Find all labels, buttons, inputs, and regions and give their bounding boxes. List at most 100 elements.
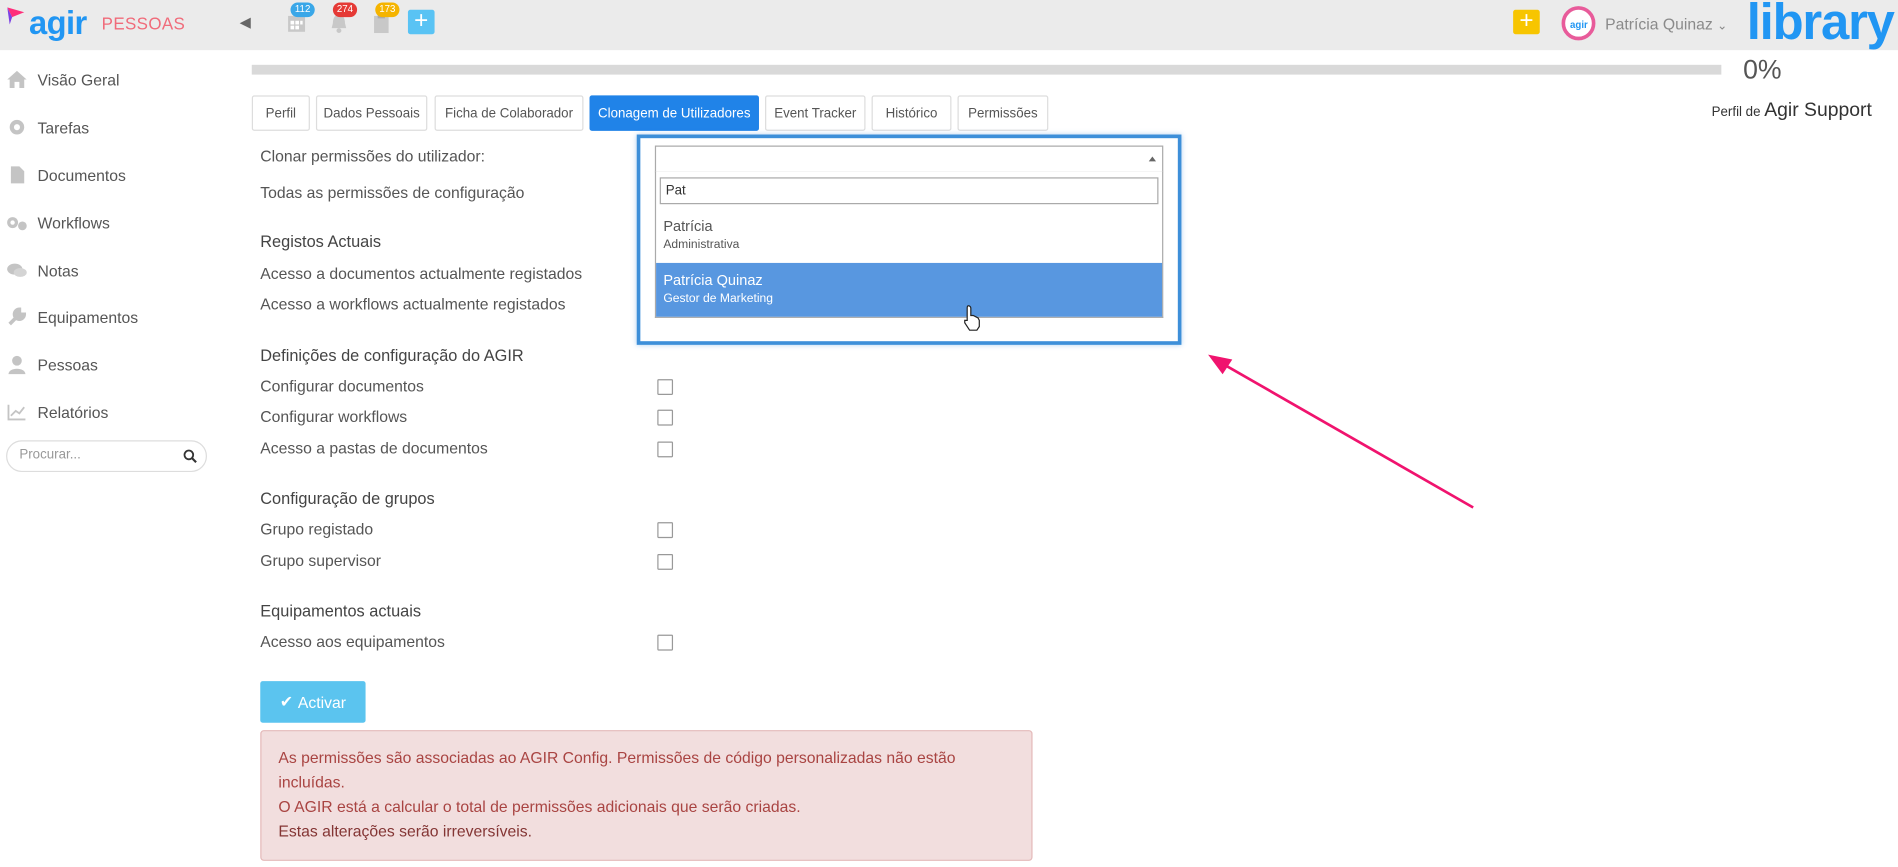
home-icon	[6, 70, 28, 90]
equipment-access-checkbox[interactable]	[657, 634, 674, 651]
tab-label: Perfil	[265, 105, 297, 121]
section-groups: Configuração de grupos	[260, 489, 435, 508]
sidebar-item-label: Documentos	[37, 165, 126, 185]
tab-ficha-colaborador[interactable]: Ficha de Colaborador	[434, 95, 584, 131]
sidebar-item-equipamentos[interactable]: Equipamentos	[6, 305, 138, 329]
profile-name: Agir Support	[1764, 100, 1872, 122]
notifications-badge: 274	[332, 2, 358, 18]
sidebar-item-relatorios[interactable]: Relatórios	[6, 400, 108, 424]
dropdown-panel: Patrícia Administrativa Patrícia Quinaz …	[654, 171, 1164, 318]
hand-cursor-icon	[964, 305, 980, 331]
sidebar-item-label: Relatórios	[37, 402, 109, 422]
gears-icon	[6, 213, 28, 233]
tab-label: Permissões	[968, 105, 1038, 121]
section-agir-config: Definições de configuração do AGIR	[260, 346, 524, 365]
option-role: Gestor de Marketing	[663, 292, 774, 306]
collapse-arrow-icon[interactable]: ◀	[240, 13, 251, 30]
progress-percent: 0%	[1743, 53, 1782, 85]
user-name: Patrícia Quinaz	[1605, 14, 1713, 34]
tab-label: Event Tracker	[774, 105, 857, 121]
gear-icon	[6, 117, 28, 137]
dropdown-option[interactable]: Patrícia Administrativa	[656, 209, 1162, 263]
sidebar-item-label: Notas	[37, 261, 79, 280]
sidebar-item-tarefas[interactable]: Tarefas	[6, 115, 89, 139]
tasks-badge: 173	[375, 2, 400, 18]
user-menu[interactable]: Patrícia Quinaz ⌄	[1605, 15, 1727, 33]
sidebar-item-documentos[interactable]: Documentos	[6, 163, 126, 187]
option-role: Administrativa	[663, 238, 740, 252]
document-icon	[6, 165, 28, 185]
calendar-button[interactable]: 112	[286, 2, 315, 40]
alert-irreversible: Estas alterações serão irreversíveis.	[278, 821, 533, 841]
dropdown-option-highlighted[interactable]: Patrícia Quinaz Gestor de Marketing	[656, 262, 1163, 317]
section-current-records: Registos Actuais	[260, 232, 382, 251]
option-name: Patrícia	[663, 217, 713, 235]
search-icon[interactable]	[183, 449, 198, 464]
wrench-icon	[6, 307, 28, 327]
docs-access-label: Acesso a documentos actualmente registad…	[260, 264, 583, 283]
section-equipment: Equipamentos actuais	[260, 601, 422, 621]
config-docs-label: Configurar documentos	[260, 376, 424, 395]
avatar-text: agir	[1570, 19, 1588, 31]
calendar-badge: 112	[290, 2, 315, 18]
agir-logo[interactable]: agir	[7, 2, 92, 46]
tab-clonagem-utilizadores[interactable]: Clonagem de Utilizadores	[589, 95, 759, 131]
folders-access-label: Acesso a pastas de documentos	[260, 439, 488, 458]
sidebar-item-label: Tarefas	[37, 118, 90, 137]
caret-up-icon	[1148, 156, 1157, 162]
config-workflows-label: Configurar workflows	[260, 407, 408, 426]
search-input[interactable]	[19, 447, 177, 463]
registered-group-checkbox[interactable]	[657, 522, 674, 539]
config-docs-checkbox[interactable]	[657, 379, 674, 395]
activate-button[interactable]: ✔ Activar	[260, 681, 366, 723]
dropdown-search-input[interactable]	[659, 177, 1159, 205]
sidebar-item-label: Workflows	[37, 213, 110, 232]
plus-icon: +	[1519, 7, 1534, 35]
tab-label: Histórico	[885, 105, 938, 121]
progress-bar	[251, 64, 1722, 75]
config-workflows-checkbox[interactable]	[657, 409, 674, 426]
tasks-button[interactable]: 173	[370, 2, 400, 40]
avatar[interactable]: agir	[1561, 6, 1596, 41]
chat-icon	[6, 260, 28, 280]
clone-user-label: Clonar permissões do utilizador:	[260, 146, 486, 166]
tab-historico[interactable]: Histórico	[871, 95, 952, 131]
clone-user-select[interactable]	[654, 145, 1164, 173]
warning-alert: As permissões são associadas ao AGIR Con…	[260, 730, 1033, 861]
logo-text: agir	[29, 4, 87, 42]
all-config-label: Todas as permissões de configuração	[260, 183, 525, 202]
top-bar: agir PESSOAS ◀ 112 274 173 + + agir Patr…	[0, 0, 1898, 50]
tab-perfil[interactable]: Perfil	[251, 95, 310, 131]
plus-icon: +	[414, 7, 429, 35]
quick-add-button[interactable]: +	[1513, 7, 1540, 35]
sidebar-item-notas[interactable]: Notas	[6, 258, 79, 282]
sidebar-search[interactable]	[6, 440, 207, 473]
activate-label: Activar	[297, 692, 346, 712]
sidebar-item-visao-geral[interactable]: Visão Geral	[6, 67, 119, 91]
profile-prefix: Perfil de	[1711, 105, 1761, 120]
tab-event-tracker[interactable]: Event Tracker	[765, 95, 866, 131]
tab-label: Dados Pessoais	[323, 105, 420, 121]
registered-group-label: Grupo registado	[260, 519, 374, 539]
sidebar-item-label: Pessoas	[37, 355, 98, 374]
supervisor-group-checkbox[interactable]	[657, 553, 674, 570]
alert-line: As permissões são associadas ao AGIR Con…	[278, 748, 956, 792]
annotation-arrow-icon	[1208, 354, 1474, 509]
add-button[interactable]: +	[407, 7, 435, 35]
tab-permissoes[interactable]: Permissões	[957, 95, 1049, 131]
logo-mark-icon	[7, 7, 25, 25]
sidebar-item-label: Visão Geral	[37, 70, 120, 89]
folders-access-checkbox[interactable]	[657, 441, 674, 458]
tab-label: Clonagem de Utilizadores	[598, 105, 751, 121]
tab-dados-pessoais[interactable]: Dados Pessoais	[315, 95, 428, 131]
chart-icon	[6, 402, 28, 422]
sidebar-item-workflows[interactable]: Workflows	[6, 210, 110, 234]
person-icon	[6, 355, 28, 375]
notifications-button[interactable]: 274	[328, 2, 358, 40]
sidebar-item-pessoas[interactable]: Pessoas	[6, 352, 98, 376]
alert-line: O AGIR está a calcular o total de permis…	[278, 797, 801, 816]
supervisor-group-label: Grupo supervisor	[260, 551, 381, 570]
workflows-access-label: Acesso a workflows actualmente registado…	[260, 294, 566, 314]
profile-owner: Perfil de Agir Support	[1712, 100, 1872, 122]
option-name: Patrícia Quinaz	[663, 271, 763, 289]
